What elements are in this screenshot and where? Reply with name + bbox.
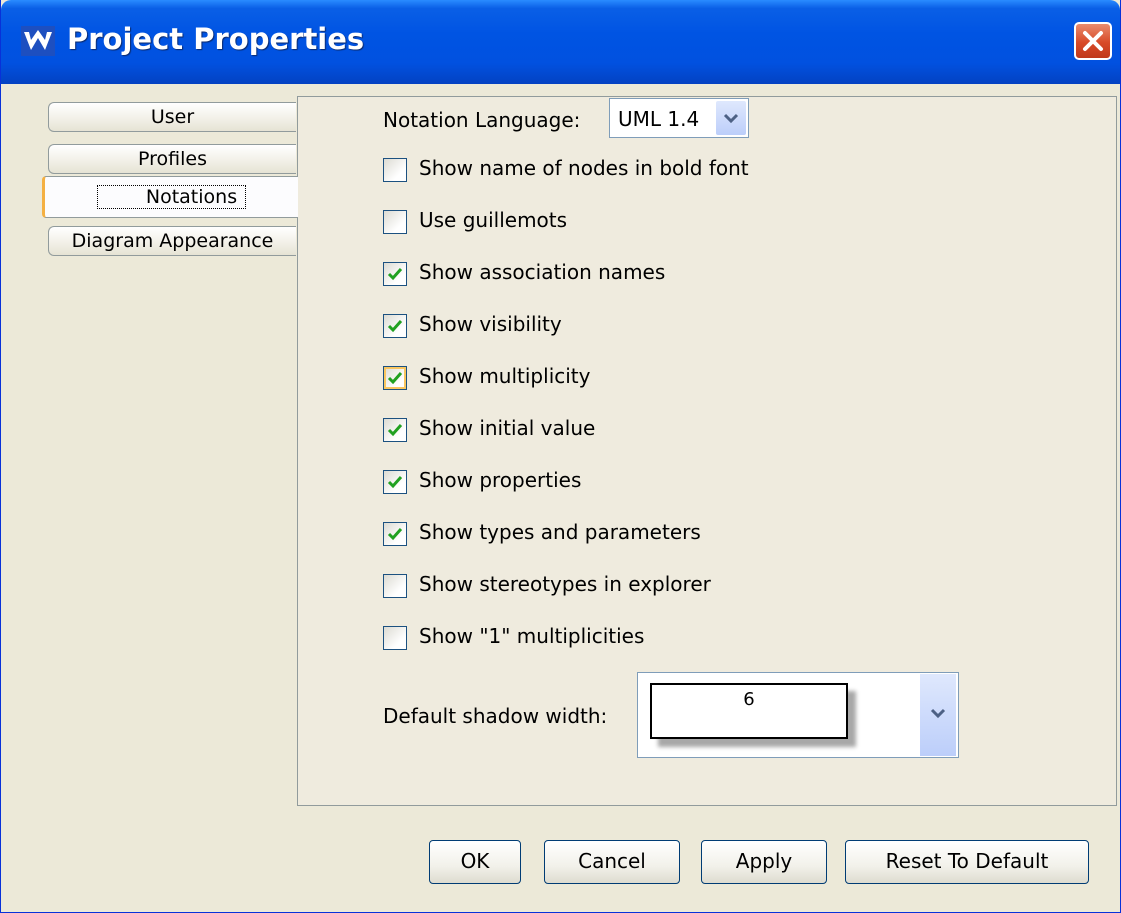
checkbox[interactable]: [383, 418, 407, 442]
ok-button[interactable]: OK: [429, 840, 521, 884]
chevron-down-icon: [723, 113, 739, 124]
window-title: Project Properties: [67, 22, 365, 56]
option-label: Use guillemots: [419, 208, 568, 232]
option-label: Show association names: [419, 260, 666, 284]
tab-notations[interactable]: Notations: [42, 176, 298, 218]
option-label: Show multiplicity: [419, 364, 591, 388]
checkmark-icon: [387, 528, 403, 541]
default-shadow-width-label: Default shadow width:: [383, 704, 608, 728]
notation-language-dropdown-button[interactable]: [716, 101, 746, 135]
default-shadow-width-select[interactable]: 6: [637, 672, 959, 758]
checkbox[interactable]: [383, 210, 407, 234]
checkmark-icon: [387, 476, 403, 489]
chevron-down-icon: [930, 708, 946, 719]
option-label: Show visibility: [419, 312, 562, 336]
close-icon: [1083, 31, 1103, 51]
checkbox[interactable]: [383, 314, 407, 338]
checkmark-icon: [387, 424, 403, 437]
tab-profiles[interactable]: Profiles: [48, 144, 296, 174]
checkmark-icon: [387, 268, 403, 281]
tab-notations-label: Notations: [96, 185, 247, 209]
option-label: Show "1" multiplicities: [419, 624, 645, 648]
option-label: Show properties: [419, 468, 582, 492]
option-label: Show initial value: [419, 416, 596, 440]
shadow-preview: 6: [650, 683, 848, 739]
cancel-button[interactable]: Cancel: [544, 840, 680, 884]
checkbox[interactable]: [383, 366, 407, 390]
title-bar[interactable]: Project Properties: [1, 0, 1120, 84]
app-logo-icon: [21, 26, 55, 56]
option-label: Show stereotypes in explorer: [419, 572, 711, 596]
notation-language-label: Notation Language:: [383, 108, 581, 132]
checkbox[interactable]: [383, 158, 407, 182]
project-properties-dialog: Project Properties User Profiles Notatio…: [0, 0, 1121, 913]
shadow-width-value: 6: [743, 689, 755, 710]
option-label: Show name of nodes in bold font: [419, 156, 749, 180]
notation-language-select[interactable]: UML 1.4: [609, 98, 749, 138]
shadow-width-dropdown-button[interactable]: [920, 674, 956, 756]
checkbox[interactable]: [383, 574, 407, 598]
checkmark-icon: [387, 372, 403, 385]
apply-button[interactable]: Apply: [701, 840, 827, 884]
tab-user[interactable]: User: [48, 102, 296, 132]
checkbox[interactable]: [383, 626, 407, 650]
checkmark-icon: [387, 320, 403, 333]
notation-language-value: UML 1.4: [618, 107, 700, 131]
tab-diagram-appearance[interactable]: Diagram Appearance: [48, 226, 296, 256]
reset-to-default-button[interactable]: Reset To Default: [845, 840, 1089, 884]
checkbox[interactable]: [383, 262, 407, 286]
checkbox[interactable]: [383, 522, 407, 546]
checkbox[interactable]: [383, 470, 407, 494]
close-button[interactable]: [1074, 22, 1112, 60]
option-label: Show types and parameters: [419, 520, 701, 544]
